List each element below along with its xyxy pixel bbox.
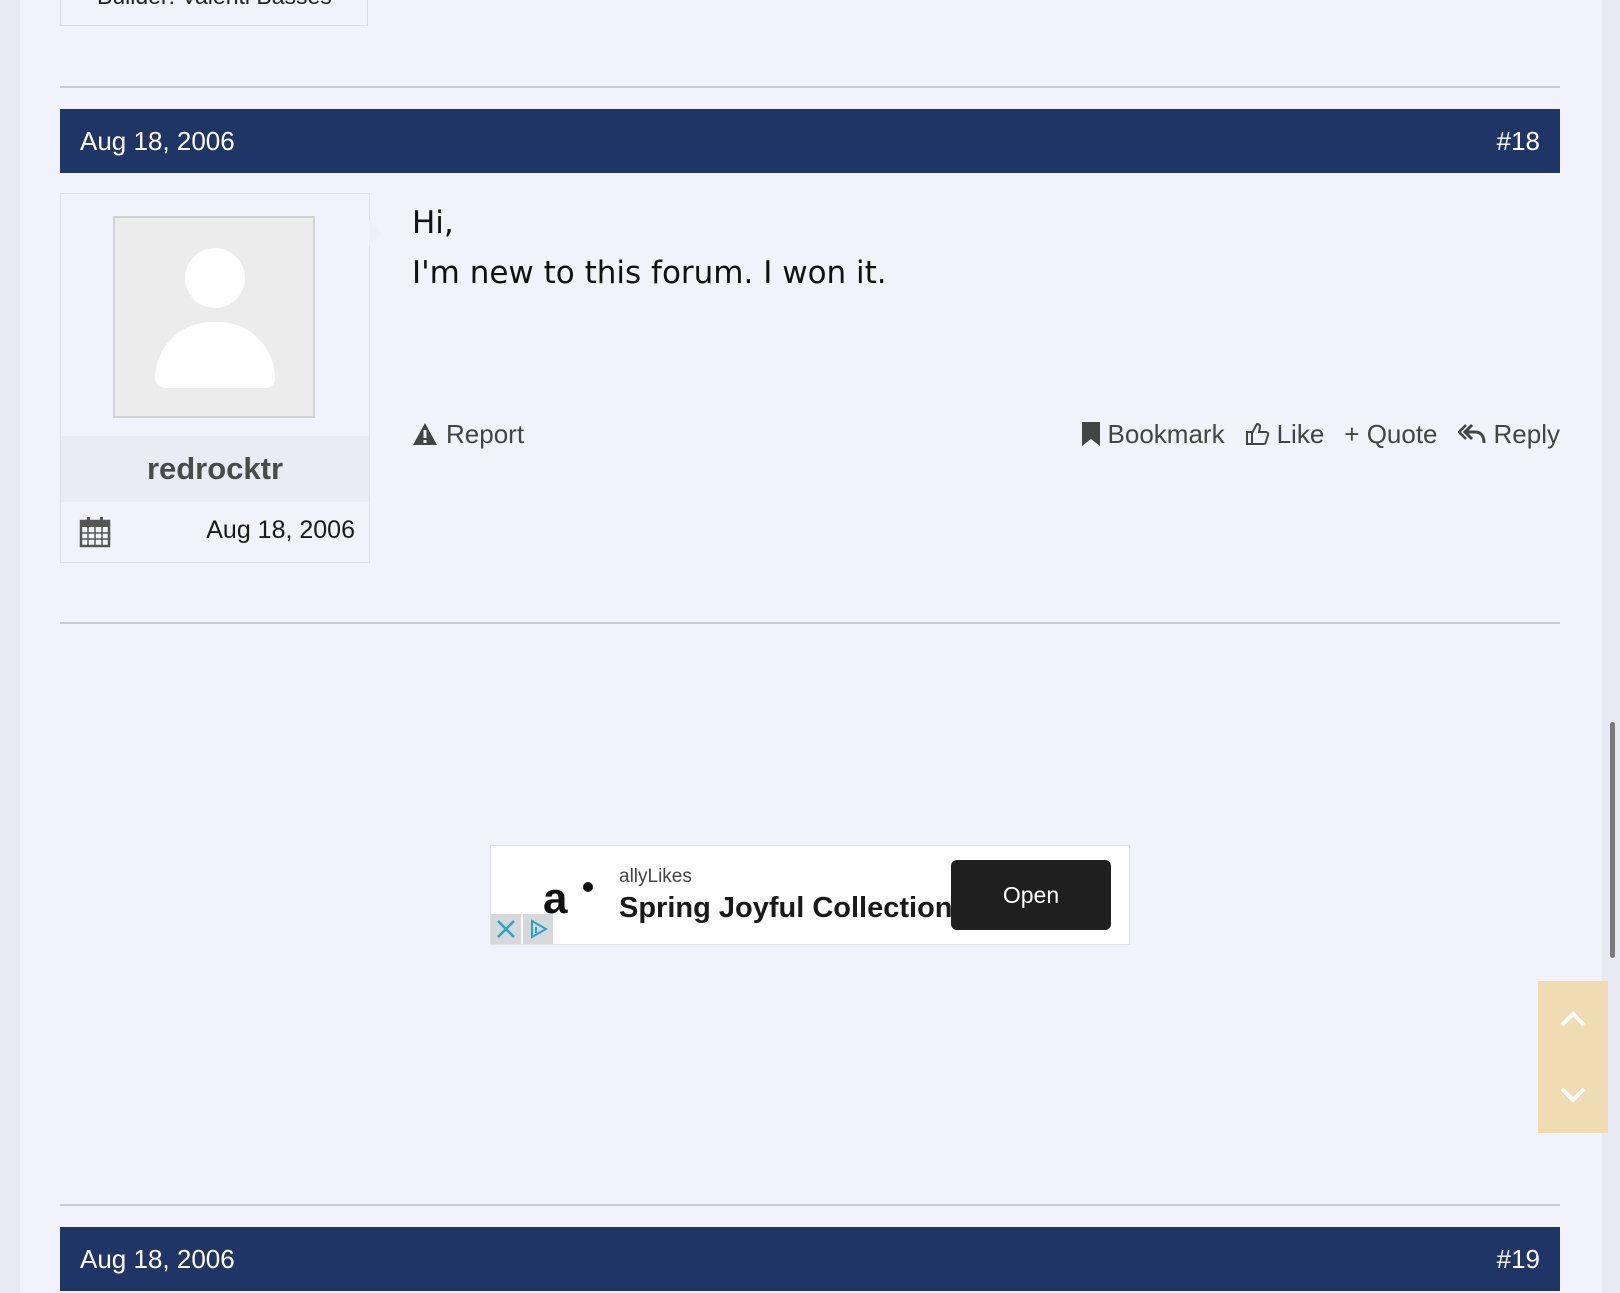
chevron-up-icon — [1560, 1011, 1586, 1027]
ad-brand: allyLikes — [619, 866, 692, 887]
ad-title[interactable]: Spring Joyful Collection — [619, 892, 953, 925]
username[interactable]: redrocktr — [61, 436, 369, 502]
post-actions-left: Report — [412, 416, 524, 452]
like-label: Like — [1276, 418, 1325, 449]
post-header: Aug 18, 2006 #19 — [60, 1227, 1560, 1291]
joined-date-row: Aug 18, 2006 — [61, 502, 369, 562]
post-divider — [60, 1204, 1560, 1206]
reply-label: Reply — [1493, 418, 1560, 449]
post-message: Hi, I'm new to this forum. I won it. — [412, 198, 887, 298]
post-actions-right: Bookmark Like + Quote Reply — [1062, 416, 1560, 452]
close-icon — [497, 920, 515, 938]
warning-triangle-icon — [413, 423, 437, 445]
bookmark-label: Bookmark — [1107, 418, 1225, 449]
post-date[interactable]: Aug 18, 2006 — [80, 1244, 235, 1275]
ad-choices-icon — [531, 919, 548, 939]
quote-button[interactable]: + Quote — [1344, 419, 1437, 450]
previous-post-user-card: Builder: Valenti Basses — [60, 0, 368, 26]
scroll-nav — [1538, 981, 1608, 1133]
scroll-to-bottom-button[interactable] — [1538, 1057, 1608, 1133]
advertisement-banner[interactable]: a allyLikes Spring Joyful Collection Ope… — [490, 845, 1130, 945]
post-divider — [60, 86, 1560, 88]
ad-open-button[interactable]: Open — [951, 860, 1111, 930]
post-divider — [60, 622, 1560, 624]
reply-all-icon — [1457, 423, 1486, 444]
previous-post-builder-text: Builder: Valenti Basses — [97, 0, 332, 10]
ad-logo-dot — [583, 882, 593, 892]
post-number[interactable]: #19 — [1497, 1244, 1540, 1275]
reply-button[interactable]: Reply — [1457, 418, 1560, 450]
post-header: Aug 18, 2006 #18 — [60, 109, 1560, 173]
post-date[interactable]: Aug 18, 2006 — [80, 126, 235, 157]
thumbs-up-icon — [1245, 422, 1269, 445]
chevron-down-icon — [1560, 1087, 1586, 1103]
scroll-to-top-button[interactable] — [1538, 981, 1608, 1057]
avatar-area — [61, 194, 369, 436]
post-number[interactable]: #18 — [1497, 126, 1540, 157]
calendar-icon — [79, 517, 111, 548]
avatar[interactable] — [113, 216, 315, 418]
report-button[interactable]: Report — [412, 419, 524, 450]
quote-label: + Quote — [1344, 418, 1438, 449]
default-avatar-head — [185, 248, 245, 308]
ad-choices-button[interactable] — [523, 914, 553, 944]
bookmark-button[interactable]: Bookmark — [1081, 418, 1225, 450]
message-line: I'm new to this forum. I won it. — [412, 255, 887, 291]
bookmark-icon — [1081, 422, 1100, 446]
report-label: Report — [446, 418, 525, 449]
user-card: redrocktr Aug 18, 2006 — [60, 193, 382, 563]
ad-close-button[interactable] — [491, 914, 521, 944]
default-avatar-body — [155, 322, 275, 388]
message-line: Hi, — [412, 205, 454, 241]
page-scrollbar[interactable] — [1610, 722, 1615, 958]
like-button[interactable]: Like — [1245, 418, 1325, 450]
page-content: Builder: Valenti Basses Aug 18, 2006 #18… — [20, 0, 1608, 1293]
joined-date: Aug 18, 2006 — [206, 516, 355, 544]
